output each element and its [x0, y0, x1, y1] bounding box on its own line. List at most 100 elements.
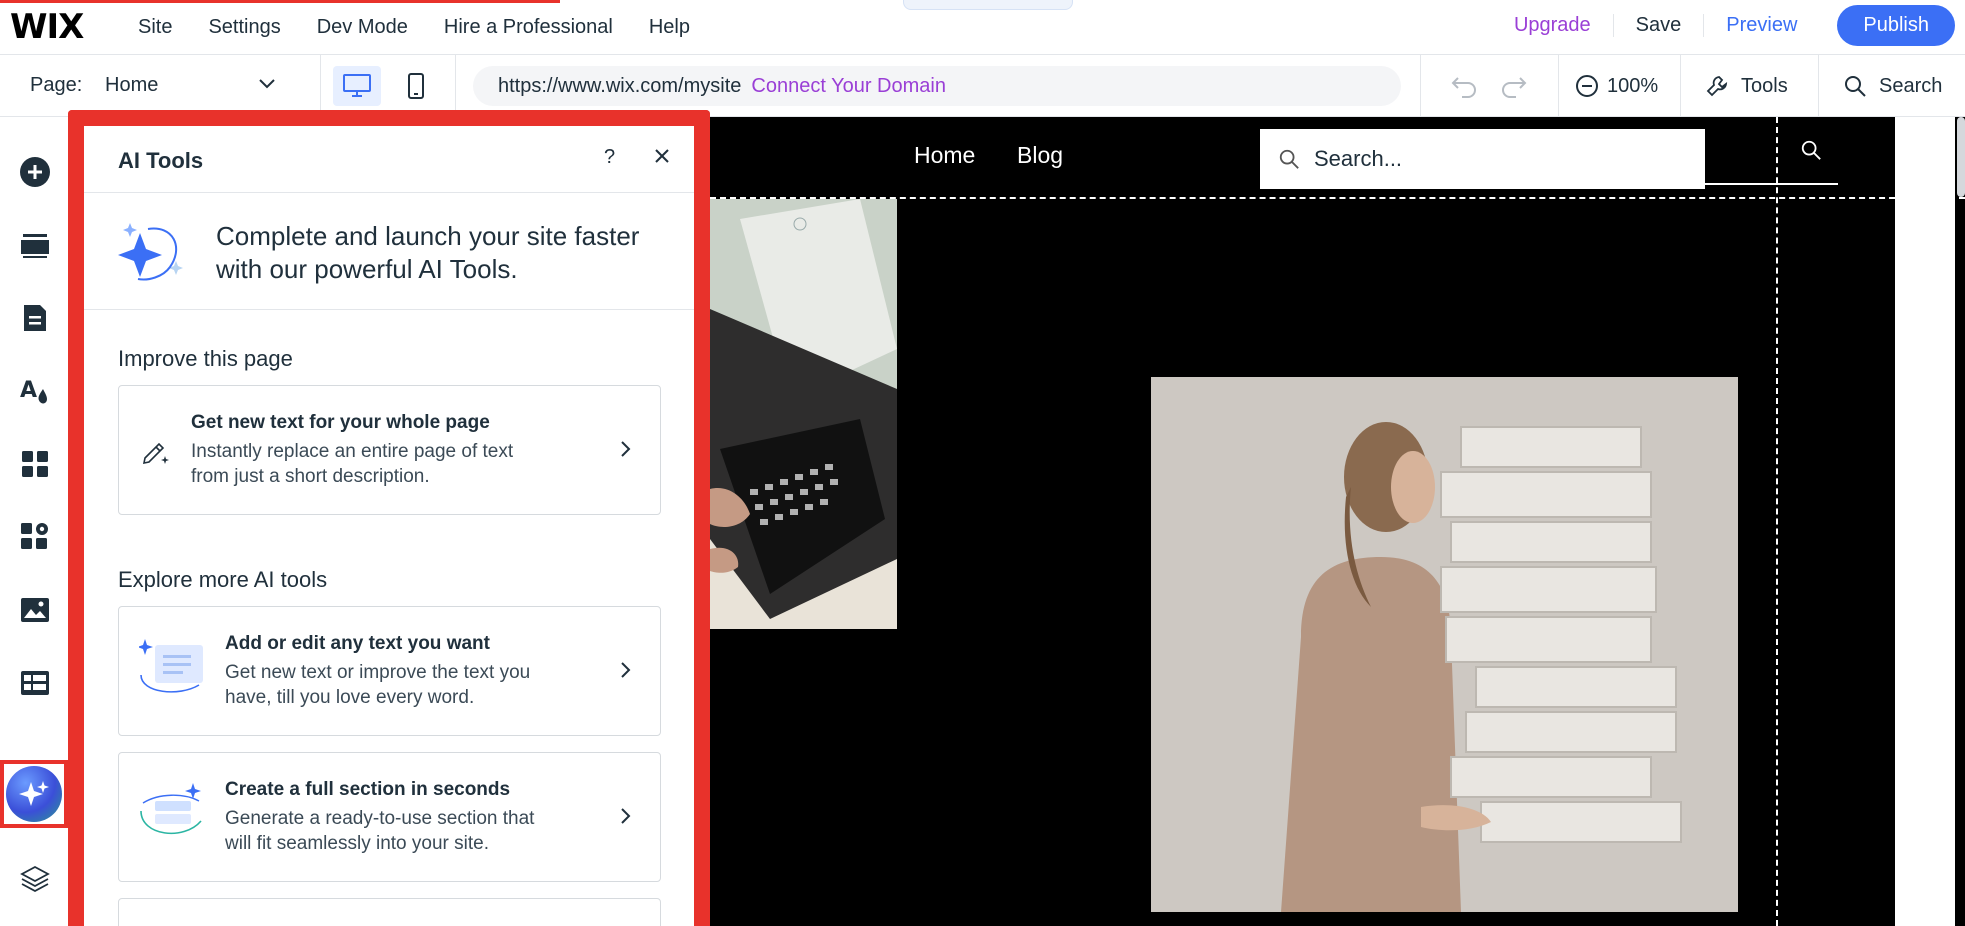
site-url: https://www.wix.com/mysite [498, 75, 742, 97]
menu-help[interactable]: Help [631, 16, 708, 39]
page-label: Page: [30, 74, 83, 96]
card-title: Add or edit any text you want [225, 633, 490, 654]
menu-settings[interactable]: Settings [190, 16, 298, 39]
column-guide [1776, 117, 1778, 926]
desktop-view-button[interactable] [333, 66, 381, 106]
ai-promo-banner: Complete and launch your site faster wit… [84, 193, 694, 310]
card-description: Instantly replace an entire page of text [191, 441, 514, 462]
canvas-scrollbar[interactable] [1957, 117, 1965, 197]
ai-tools-rail-button[interactable] [0, 760, 68, 828]
site-nav-home[interactable]: Home [914, 142, 975, 169]
wix-logo[interactable]: WIX [10, 7, 120, 47]
search-label: Search [1879, 74, 1943, 97]
mobile-view-button[interactable] [400, 66, 432, 106]
panel-header: AI Tools ? [84, 126, 694, 193]
pencil-sparkle-icon [139, 436, 171, 473]
site-search-placeholder: Search... [1314, 146, 1403, 171]
redo-icon[interactable] [1498, 72, 1528, 98]
left-rail: A [0, 117, 70, 926]
card-description: Get new text or improve the text you [225, 662, 531, 683]
card-title: Get new text for your whole page [191, 412, 490, 433]
wrench-icon [1706, 76, 1728, 97]
chevron-down-icon[interactable] [258, 77, 276, 95]
divider [1680, 55, 1681, 117]
ai-tools-panel-highlight: AI Tools ? Complete and launch your site… [68, 110, 710, 926]
menu-hire-professional[interactable]: Hire a Professional [426, 16, 631, 39]
preview-button[interactable]: Preview [1704, 14, 1819, 37]
card-description: have, till you love every word. [225, 687, 475, 708]
right-gutter [1895, 117, 1955, 926]
section-title-improve: Improve this page [118, 346, 293, 371]
business-apps-icon[interactable] [18, 520, 52, 554]
layers-icon[interactable] [18, 862, 52, 896]
cms-icon[interactable] [18, 666, 52, 700]
site-nav-blog[interactable]: Blog [1017, 142, 1063, 169]
main-menu: Site Settings Dev Mode Hire a Profession… [120, 16, 708, 39]
pages-icon[interactable] [18, 301, 52, 335]
search-icon [1279, 149, 1299, 169]
desktop-icon [343, 74, 371, 97]
help-icon[interactable]: ? [604, 146, 615, 169]
apps-icon[interactable] [18, 447, 52, 481]
zoom-level: 100% [1607, 74, 1659, 97]
url-bar[interactable]: https://www.wix.com/mysite Connect Your D… [473, 66, 1401, 106]
menu-site[interactable]: Site [120, 16, 190, 39]
card-description: Generate a ready-to-use section that [225, 808, 535, 829]
tools-button[interactable]: Tools [1705, 74, 1788, 98]
section-sparkle-icon [139, 781, 209, 850]
ai-sparkle-icon [6, 766, 62, 822]
editor-toolbar: Page: Home https://www.wix.com/mysite Con… [0, 55, 1965, 117]
card-new-page-text[interactable]: Get new text for your whole page Instant… [118, 385, 661, 515]
connect-domain-link[interactable]: Connect Your Domain [751, 75, 946, 97]
ai-tools-panel: AI Tools ? Complete and launch your site… [84, 126, 694, 926]
page-selector[interactable]: Home [105, 74, 158, 97]
upgrade-link[interactable]: Upgrade [1492, 13, 1614, 37]
save-button[interactable]: Save [1614, 13, 1705, 37]
chevron-right-icon [620, 440, 632, 463]
design-icon[interactable]: A [18, 374, 52, 408]
search-underline [1705, 183, 1838, 185]
tools-label: Tools [1741, 74, 1788, 97]
panel-title: AI Tools [118, 148, 204, 173]
promo-text: Complete and launch your site faster wit… [216, 221, 640, 284]
site-preview[interactable]: Home Blog Search... [710, 117, 1965, 926]
card-title: Create a full section in seconds [225, 779, 511, 800]
card-description: from just a short description. [191, 466, 430, 487]
undo-redo [1450, 72, 1528, 98]
publish-button[interactable]: Publish [1837, 4, 1955, 46]
laptop-image[interactable] [710, 199, 897, 629]
top-bar: WIX Site Settings Dev Mode Hire a Profes… [0, 0, 1965, 55]
search-icon [1845, 76, 1866, 97]
card-create-section[interactable]: Create a full section in seconds Generat… [118, 752, 661, 882]
add-elements-icon[interactable] [18, 155, 52, 189]
sections-icon[interactable] [18, 228, 52, 262]
divider [1818, 55, 1819, 117]
svg-text:A: A [20, 378, 37, 403]
ai-sparkle-icon [118, 217, 188, 292]
collapsed-tab[interactable] [903, 0, 1073, 10]
section-title-explore: Explore more AI tools [118, 567, 328, 592]
divider [320, 55, 321, 117]
site-search-box[interactable]: Search... [1260, 129, 1705, 189]
chevron-right-icon [620, 807, 632, 830]
search-button[interactable]: Search [1843, 74, 1942, 98]
card-add-edit-text[interactable]: Add or edit any text you want Get new te… [118, 606, 661, 736]
divider [1420, 55, 1421, 117]
close-icon[interactable] [652, 146, 672, 171]
divider [1558, 55, 1559, 117]
chevron-right-icon [620, 661, 632, 684]
card-description: will fit seamlessly into your site. [225, 833, 489, 854]
top-actions: Upgrade Save Preview Publish [1492, 0, 1955, 50]
search-icon[interactable] [1800, 139, 1822, 166]
text-sparkle-icon [137, 635, 209, 704]
woman-with-boxes-image[interactable] [1151, 377, 1738, 912]
undo-icon[interactable] [1450, 72, 1480, 98]
zoom-control[interactable]: 100% [1575, 74, 1658, 98]
zoom-out-icon [1576, 75, 1598, 97]
menu-dev-mode[interactable]: Dev Mode [299, 16, 426, 39]
media-icon[interactable] [18, 593, 52, 627]
mobile-icon [408, 73, 424, 99]
divider [455, 55, 456, 117]
card-next[interactable] [118, 898, 661, 926]
highlight-line [0, 0, 560, 3]
